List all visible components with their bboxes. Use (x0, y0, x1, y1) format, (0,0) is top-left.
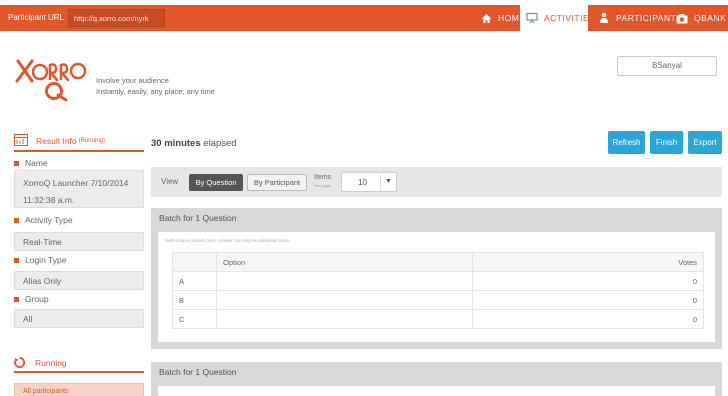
all-participants-item[interactable]: All participants (14, 383, 144, 396)
bullet-icon (14, 217, 19, 223)
by-question-button[interactable]: By Question (189, 174, 243, 191)
participant-url-label: Participant URL (8, 13, 65, 22)
login-type-value: Alias Only (14, 271, 144, 290)
nav-activities-label: Activities (544, 13, 596, 23)
tagline-line-1: Involve your audience (96, 76, 169, 85)
group-label-text: Group (25, 294, 49, 304)
items-per-page-label: Items Per page (314, 174, 331, 190)
login-type-label-text: Login Type (25, 255, 67, 265)
batch-content: Multi-choice (Select One). Answer can on… (158, 232, 715, 342)
refresh-button[interactable]: Refresh (608, 131, 645, 154)
batch-title: Batch for 1 Question (159, 367, 237, 377)
presentation-icon (526, 12, 538, 24)
option-letter: B (172, 290, 217, 310)
option-letter: A (172, 271, 217, 291)
option-header: Option (216, 252, 473, 272)
xorroq-logo (15, 59, 87, 101)
option-votes: 0 (471, 271, 705, 291)
name-label-text: Name (25, 158, 48, 168)
table-row: B 0 (172, 290, 705, 310)
view-toolbar: View By Question By Participant Items Pe… (151, 167, 722, 197)
elapsed-minutes: 30 minutes (151, 138, 201, 149)
activity-type-label-text: Activity Type (25, 215, 73, 225)
batch-title: Batch for 1 Question (159, 213, 237, 223)
elapsed-suffix: elapsed (200, 138, 237, 149)
option-text (216, 290, 473, 310)
name-label: Name (14, 158, 48, 168)
nav-qbank[interactable]: Qbank (672, 5, 728, 31)
result-info-status: (Running) (78, 138, 105, 144)
elapsed-time: 30 minutes elapsed (151, 138, 237, 149)
camera-icon (676, 12, 688, 24)
login-type-label: Login Type (14, 255, 66, 265)
result-info-header: Result Info (Running) (14, 132, 144, 152)
person-icon (598, 12, 610, 24)
result-info-icon (14, 134, 28, 148)
batch-panel: Batch for 1 Question Multi-choice (Selec… (151, 208, 722, 349)
home-icon (480, 12, 492, 24)
running-label: Running (35, 358, 67, 368)
batch-content (158, 386, 715, 396)
items-sub-label: Per page (314, 183, 331, 188)
group-label: Group (14, 294, 49, 304)
votes-header: Votes (471, 252, 705, 272)
items-label: Items (314, 174, 332, 181)
table-row: A 0 (172, 271, 705, 291)
option-letter: C (172, 309, 217, 329)
finish-button[interactable]: Finish (650, 131, 683, 154)
letter-header (172, 252, 217, 272)
nav-activities[interactable]: Activities (520, 5, 595, 31)
items-per-page-value: 10 (358, 178, 367, 187)
option-text (216, 271, 473, 291)
tagline-line-2: Instantly, easily, any place, any time (96, 87, 215, 96)
batch-panel: Batch for 1 Question (151, 362, 722, 396)
option-votes: 0 (471, 309, 705, 329)
group-value: All (14, 309, 144, 328)
name-value: XorroQ Launcher 7/10/2014 11:32:38 a.m. (14, 170, 144, 208)
bullet-icon (14, 160, 19, 166)
chevron-down-icon: ▼ (380, 173, 396, 191)
result-info-label: Result Info (36, 136, 77, 146)
nav-qbank-label: Qbank (694, 13, 727, 23)
top-nav-bar: Participant URL http://q.xorro.com/nyrk … (0, 5, 728, 31)
bullet-icon (14, 257, 19, 263)
export-button[interactable]: Export (688, 131, 722, 154)
view-label: View (161, 177, 179, 186)
tagline: Involve your audience Instantly, easily,… (96, 75, 215, 97)
items-per-page-select[interactable]: 10 ▼ (341, 172, 397, 192)
table-row: C 0 (172, 309, 705, 329)
option-text (216, 309, 473, 329)
running-header: Running (14, 355, 144, 373)
bullet-icon (14, 296, 19, 302)
participant-url-field[interactable]: http://q.xorro.com/nyrk (68, 9, 165, 27)
option-votes: 0 (471, 290, 705, 310)
user-menu[interactable]: BSanyal (617, 56, 717, 76)
by-participant-button[interactable]: By Participant (247, 174, 307, 191)
activity-type-value: Real-Time (14, 232, 144, 251)
running-icon (14, 356, 26, 370)
activity-type-label: Activity Type (14, 215, 73, 225)
options-table: Option Votes A 0 B 0 C 0 (172, 252, 705, 329)
question-description: Multi-choice (Select One). Answer can on… (165, 238, 291, 243)
table-header-row: Option Votes (172, 252, 705, 272)
